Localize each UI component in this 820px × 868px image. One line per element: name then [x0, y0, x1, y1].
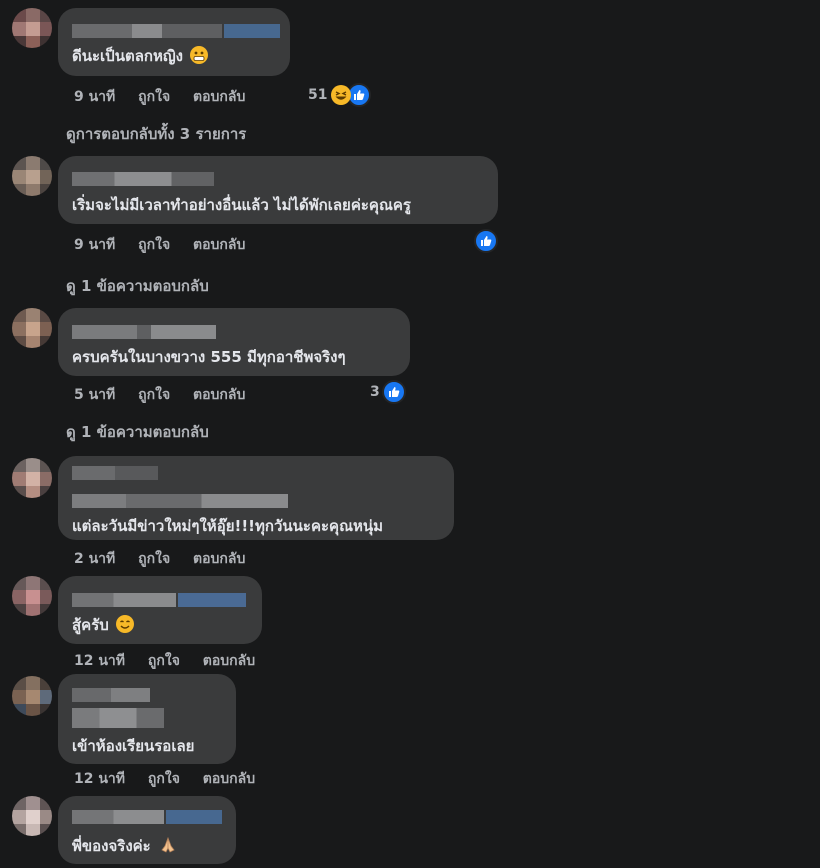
like-link[interactable]: ถูกใจ: [148, 653, 180, 669]
comment-text: สู้ครับ: [72, 613, 135, 637]
like-link[interactable]: ถูกใจ: [148, 771, 180, 787]
like-link[interactable]: ถูกใจ: [138, 89, 170, 105]
timestamp[interactable]: 2 นาที: [74, 551, 115, 567]
reaction-summary[interactable]: 3: [370, 380, 406, 404]
avatar[interactable]: [12, 458, 52, 498]
comment-text-content: พี่ของจริงค่ะ: [72, 837, 151, 855]
comment-meta: 9 นาที ถูกใจ ตอบกลับ: [74, 234, 263, 256]
comment-meta: 5 นาที ถูกใจ ตอบกลับ: [74, 384, 263, 406]
reply-link[interactable]: ตอบกลับ: [193, 237, 245, 253]
haha-reaction-icon: [331, 85, 352, 105]
reply-link[interactable]: ตอบกลับ: [193, 89, 245, 105]
comment-text: เริ่มจะไม่มีเวลาทำอย่างอื่นแล้ว ไม่ได้พั…: [72, 196, 411, 214]
avatar[interactable]: [12, 676, 52, 716]
reply-link[interactable]: ตอบกลับ: [203, 771, 255, 787]
comment-text: ดีนะเป็นตลกหญิง: [72, 44, 209, 68]
reply-link[interactable]: ตอบกลับ: [193, 551, 245, 567]
reaction-summary[interactable]: [472, 229, 498, 253]
reply-link[interactable]: ตอบกลับ: [203, 653, 255, 669]
author-name-blurred[interactable]: [72, 810, 164, 824]
comment-meta: 9 นาที ถูกใจ ตอบกลับ: [74, 86, 263, 108]
author-name-blurred[interactable]: [72, 172, 214, 186]
author-name-blurred[interactable]: [72, 325, 216, 339]
author-name-blurred[interactable]: [72, 688, 150, 702]
comment-meta: 2 นาที ถูกใจ ตอบกลับ: [74, 548, 263, 570]
author-name-blurred: [72, 494, 288, 508]
timestamp[interactable]: 5 นาที: [74, 387, 115, 403]
smiling-face-icon: [116, 615, 135, 633]
reaction-summary[interactable]: 51: [308, 83, 372, 107]
avatar[interactable]: [12, 576, 52, 616]
author-name-blurred[interactable]: [72, 466, 158, 480]
comment-meta: 12 นาที ถูกใจ ตอบกลับ: [74, 768, 273, 790]
comment-text: แต่ละวันมีข่าวใหม่ๆให้อุ๊ย!!!ทุกวันนะคะค…: [72, 517, 384, 535]
like-link[interactable]: ถูกใจ: [138, 551, 170, 567]
like-reaction-icon: [474, 229, 498, 253]
avatar[interactable]: [12, 796, 52, 836]
reply-link[interactable]: ตอบกลับ: [193, 387, 245, 403]
author-name-blurred: [72, 708, 164, 728]
comment-text: ครบครันในบางขวาง 555 มีทุกอาชีพจริงๆ: [72, 348, 346, 366]
timestamp[interactable]: 12 นาที: [74, 653, 125, 669]
avatar[interactable]: [12, 156, 52, 196]
view-replies-link[interactable]: ดู 1 ข้อความตอบกลับ: [66, 420, 209, 444]
like-link[interactable]: ถูกใจ: [138, 237, 170, 253]
timestamp[interactable]: 12 นาที: [74, 771, 125, 787]
author-name-blurred[interactable]: [72, 24, 222, 38]
comment-meta: 12 นาที ถูกใจ ตอบกลับ: [74, 650, 273, 672]
author-name-blurred[interactable]: [72, 593, 176, 607]
like-reaction-icon: [381, 380, 406, 404]
comment-text: เข้าห้องเรียนรอเลย: [72, 737, 195, 755]
view-replies-link[interactable]: ดู 1 ข้อความตอบกลับ: [66, 274, 209, 298]
author-name-blurred: [224, 24, 280, 38]
like-link[interactable]: ถูกใจ: [138, 387, 170, 403]
author-name-blurred: [166, 810, 222, 824]
avatar[interactable]: [12, 8, 52, 48]
grimacing-face-icon: [190, 46, 209, 64]
comment-text: พี่ของจริงค่ะ: [72, 834, 178, 858]
folded-hands-icon: [158, 836, 178, 854]
comment-text-content: สู้ครับ: [72, 616, 109, 634]
comment-text-content: ดีนะเป็นตลกหญิง: [72, 47, 183, 65]
reaction-count: 51: [308, 87, 328, 103]
reaction-count: 3: [370, 384, 380, 400]
timestamp[interactable]: 9 นาที: [74, 237, 115, 253]
author-name-blurred: [178, 593, 246, 607]
avatar[interactable]: [12, 308, 52, 348]
timestamp[interactable]: 9 นาที: [74, 89, 115, 105]
view-replies-link[interactable]: ดูการตอบกลับทั้ง 3 รายการ: [66, 122, 246, 146]
